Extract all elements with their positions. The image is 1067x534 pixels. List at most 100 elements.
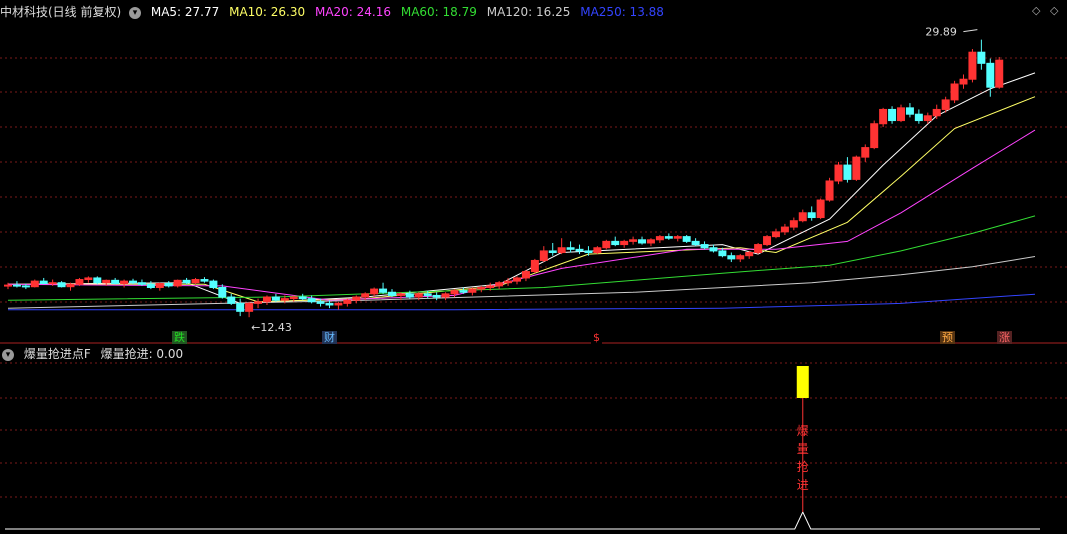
- candle: [673, 235, 682, 242]
- candle-body: [968, 51, 977, 80]
- candle-body: [146, 283, 155, 288]
- candle: [307, 295, 316, 304]
- candle: [593, 246, 602, 255]
- candle: [57, 281, 66, 288]
- candle-body: [575, 248, 584, 252]
- candle-body: [807, 212, 816, 219]
- candle-body: [245, 302, 254, 312]
- candle: [879, 107, 888, 127]
- candle: [807, 206, 816, 221]
- candle-body: [995, 59, 1004, 88]
- candle-body: [84, 277, 93, 281]
- candle: [736, 254, 745, 263]
- candle: [191, 277, 200, 285]
- candle-body: [379, 288, 388, 293]
- candle-body: [468, 288, 477, 293]
- candle-body: [66, 283, 75, 288]
- candle: [227, 293, 236, 305]
- candle-body: [361, 293, 370, 298]
- candle: [495, 281, 504, 290]
- candle-body: [459, 290, 468, 293]
- candle: [504, 277, 513, 286]
- candle-body: [227, 296, 236, 304]
- signal-label-char: 量: [797, 442, 809, 456]
- candle: [164, 281, 173, 288]
- candle: [620, 239, 629, 248]
- event-marker[interactable]: 财: [322, 331, 337, 344]
- candle: [200, 277, 209, 283]
- candle-body: [789, 220, 798, 228]
- candle-body: [834, 164, 843, 182]
- candle: [93, 276, 102, 285]
- candle-body: [129, 280, 138, 284]
- candle: [825, 177, 834, 202]
- candle: [4, 282, 12, 290]
- candle: [30, 279, 39, 288]
- candle-body: [137, 282, 146, 285]
- candle: [477, 285, 486, 293]
- candle-body: [986, 62, 995, 88]
- candle-body: [843, 164, 852, 180]
- candle-body: [441, 293, 450, 298]
- candle-body: [271, 296, 280, 301]
- candle-body: [325, 302, 334, 306]
- candle-body: [414, 293, 423, 298]
- indicator-line: [5, 510, 1040, 530]
- candle: [254, 298, 263, 309]
- candle-body: [602, 240, 611, 249]
- candle: [816, 198, 825, 220]
- candle-body: [673, 236, 682, 239]
- candle: [780, 223, 789, 236]
- candle-body: [21, 285, 30, 288]
- candle-body: [30, 280, 39, 288]
- candle-body: [209, 280, 218, 288]
- candle: [763, 235, 772, 247]
- candle-body: [254, 301, 263, 304]
- candle-body: [164, 283, 173, 287]
- candle: [664, 233, 673, 240]
- candle-body: [861, 147, 870, 158]
- candle-body: [923, 115, 932, 122]
- candle: [173, 279, 182, 288]
- candle-body: [888, 108, 897, 122]
- candle-body: [700, 244, 709, 249]
- candle-body: [521, 271, 530, 279]
- candle-body: [870, 123, 879, 149]
- candle-body: [646, 239, 655, 244]
- candle: [602, 239, 611, 250]
- candle-body: [557, 247, 566, 254]
- candle-body: [218, 286, 227, 298]
- candle: [834, 161, 843, 185]
- candle-body: [504, 280, 513, 284]
- candle: [646, 238, 655, 247]
- candle: [932, 104, 941, 119]
- low-price-label: ←12.43: [251, 321, 292, 334]
- candle-body: [745, 252, 754, 257]
- event-marker[interactable]: 涨: [997, 331, 1012, 344]
- candle-body: [298, 296, 307, 300]
- event-marker[interactable]: 跌: [172, 331, 187, 344]
- candle: [557, 238, 566, 255]
- candle-body: [548, 250, 557, 254]
- signal-label-char: 爆: [797, 424, 809, 438]
- candle-body: [959, 78, 968, 85]
- candle-body: [155, 283, 164, 288]
- event-marker[interactable]: 预: [940, 331, 955, 344]
- candle-body: [75, 279, 84, 285]
- candle-body: [977, 51, 986, 64]
- chart-canvas[interactable]: 29.89 ←12.43 爆量抢进: [0, 0, 1067, 534]
- event-marker[interactable]: $: [591, 331, 602, 344]
- candle-body: [93, 277, 102, 284]
- candle-body: [513, 277, 522, 282]
- candle: [968, 49, 977, 83]
- candle: [432, 292, 441, 301]
- candle-body: [816, 199, 825, 219]
- candle-body: [4, 284, 12, 287]
- candle: [771, 228, 780, 239]
- candle-body: [387, 291, 396, 296]
- candle-body: [262, 296, 271, 303]
- signal-label-char: 抢: [797, 459, 809, 474]
- candle-body: [102, 279, 111, 284]
- candle-body: [941, 99, 950, 110]
- candle-body: [423, 293, 432, 296]
